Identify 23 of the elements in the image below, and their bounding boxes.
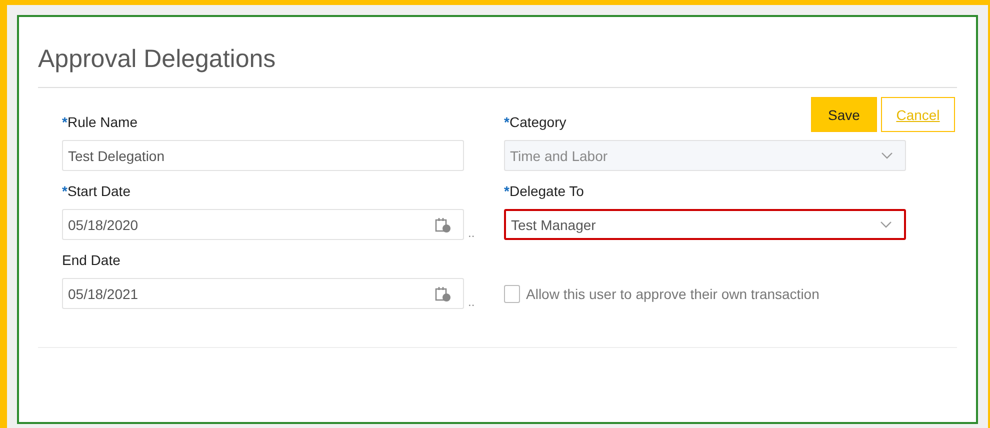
save-button[interactable]: Save — [811, 97, 877, 132]
required-mark: * — [62, 114, 68, 130]
date-field[interactable]: 05/18/2020 — [62, 209, 464, 240]
required-mark: * — [504, 114, 510, 130]
field-label: Category — [509, 114, 566, 130]
field-label: Start Date — [67, 183, 130, 199]
calendar-icon[interactable] — [435, 216, 451, 232]
date-field[interactable]: 05/18/2021 — [62, 278, 464, 309]
calendar-icon[interactable] — [435, 286, 451, 302]
chevron-down-icon — [881, 152, 893, 160]
dropdown-field[interactable]: Test Manager — [504, 209, 906, 240]
chevron-down-icon — [880, 220, 892, 228]
page-title: Approval Delegations — [38, 44, 277, 75]
checkbox[interactable] — [504, 284, 520, 302]
checkbox-label: Allow this user to approve their own transaction — [526, 286, 820, 302]
required-mark: * — [504, 183, 510, 199]
field-label: Rule Name — [67, 114, 138, 130]
input-field[interactable]: Test Delegation — [62, 140, 464, 171]
field-label: Delegate To — [509, 183, 584, 199]
field-label: End Date — [62, 252, 120, 268]
more-indicator: .. — [468, 226, 475, 240]
required-mark: * — [62, 183, 68, 199]
more-indicator: .. — [468, 295, 475, 309]
